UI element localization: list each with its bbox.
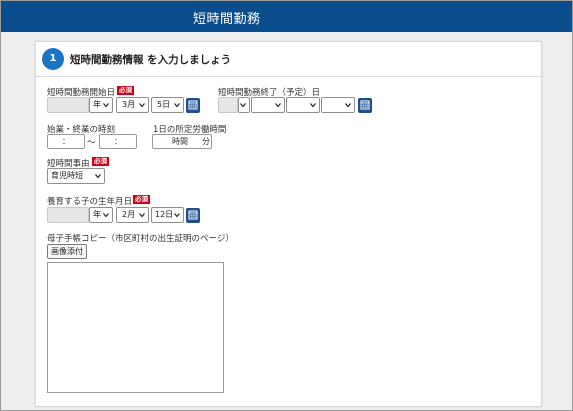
child-month-select[interactable]: 2月 [116, 207, 149, 223]
minutes-unit: 分 [202, 137, 210, 146]
calendar-icon [188, 100, 198, 110]
required-badge: 必須 [92, 157, 109, 166]
image-preview-area [47, 262, 224, 393]
chevron-down-icon [310, 103, 316, 108]
chevron-down-icon [345, 103, 351, 108]
end-day-select[interactable] [286, 97, 320, 113]
reason-select[interactable]: 育児時短 [47, 168, 105, 184]
end-extra-select[interactable] [321, 97, 355, 113]
chevron-down-icon [240, 103, 246, 108]
attach-image-button[interactable]: 画像添付 [47, 244, 87, 259]
child-birth-label: 養育する子の生年月日 [47, 197, 133, 207]
app-header: 短時間勤務 [1, 1, 572, 32]
required-badge: 必須 [133, 195, 150, 204]
form-card: 1 短時間勤務情報 を入力しましょう 短時間勤務開始日 必須 年 3月 5日 短… [35, 41, 542, 407]
step-number: 1 [42, 48, 64, 70]
time-separator: 〜 [87, 138, 96, 148]
child-day-select[interactable]: 12日 [151, 207, 184, 223]
end-year-select[interactable] [238, 97, 250, 113]
copy-label: 母子手帳コピー（市区町村の出生証明のページ） [47, 234, 234, 244]
chevron-down-icon [275, 103, 281, 108]
calendar-icon [360, 100, 370, 110]
section-title: 短時間勤務情報 を入力しましょう [70, 54, 232, 66]
page-title: 短時間勤務 [193, 12, 261, 27]
child-year-select[interactable]: 年 [89, 207, 113, 223]
end-year-input [218, 97, 238, 113]
section-header: 1 短時間勤務情報 を入力しましょう [36, 42, 541, 77]
chevron-down-icon [174, 213, 180, 218]
start-calendar-button[interactable] [186, 98, 200, 113]
chevron-down-icon [103, 213, 109, 218]
chevron-down-icon [139, 213, 145, 218]
start-year-input [47, 97, 89, 113]
hours-unit: 時間 [172, 137, 188, 146]
daily-hours-input[interactable]: 時間 分 [152, 134, 212, 149]
chevron-down-icon [139, 103, 145, 108]
required-badge: 必須 [117, 86, 134, 95]
calendar-icon [188, 210, 198, 220]
chevron-down-icon [103, 103, 109, 108]
start-year-select[interactable]: 年 [89, 97, 113, 113]
end-calendar-button[interactable] [358, 98, 372, 113]
chevron-down-icon [174, 103, 180, 108]
start-time-input[interactable]: ： [47, 134, 85, 149]
child-calendar-button[interactable] [186, 208, 200, 223]
end-time-input[interactable]: ： [99, 134, 137, 149]
child-year-input [47, 207, 89, 223]
end-month-select[interactable] [251, 97, 285, 113]
start-month-select[interactable]: 3月 [116, 97, 149, 113]
start-day-select[interactable]: 5日 [151, 97, 184, 113]
chevron-down-icon [95, 174, 101, 179]
